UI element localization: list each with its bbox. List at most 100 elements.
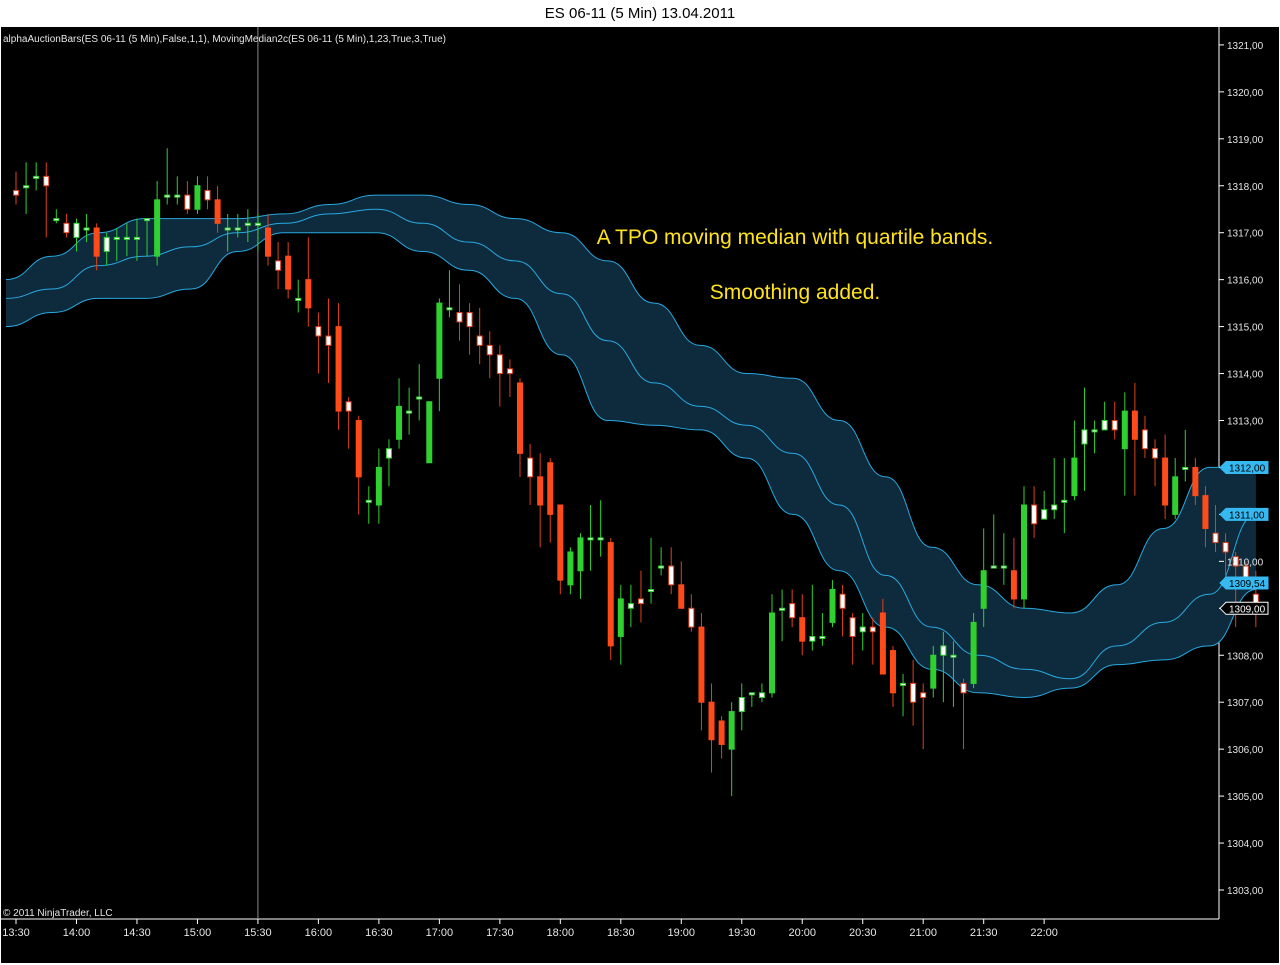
candle-body (678, 584, 685, 609)
x-tick-label: 21:00 (909, 927, 937, 939)
candle-body (748, 692, 755, 696)
y-tick-label: 1307,00 (1227, 698, 1264, 709)
candle-body (285, 255, 292, 290)
candle-body (73, 222, 80, 238)
candle-body (517, 382, 523, 454)
candle-body (799, 617, 806, 642)
candle-body (718, 720, 725, 745)
candle-body (1071, 457, 1078, 497)
candle-body (254, 222, 261, 226)
candle-body (920, 692, 927, 699)
candle-body (537, 476, 544, 506)
candle-body (597, 537, 604, 541)
y-tick-label: 1303,00 (1227, 886, 1264, 897)
candle-body (486, 344, 493, 356)
candle-body (849, 617, 856, 637)
x-tick-label: 16:30 (365, 927, 393, 939)
candle-body (184, 194, 191, 210)
x-tick-label: 19:30 (728, 927, 756, 939)
x-tick-label: 19:00 (668, 927, 696, 939)
chart-area[interactable]: 1303,00 1304,00 1305,00 1306,00 1307,00 1308,… (0, 26, 1280, 965)
candle-body (980, 570, 987, 609)
candle-body (789, 603, 796, 619)
x-axis-panel[interactable] (1, 919, 1279, 963)
candle-body (396, 405, 403, 440)
candle-body (1000, 565, 1007, 569)
y-tick-label: 1313,00 (1227, 417, 1264, 428)
candle-body (1172, 476, 1179, 515)
candle-body (123, 236, 130, 240)
x-tick-label: 20:30 (849, 927, 877, 939)
candle-body (940, 645, 947, 656)
candle-body (728, 711, 735, 750)
candle-body (83, 227, 90, 231)
candle-body (406, 410, 413, 414)
candle-body (305, 279, 312, 309)
candle-body (829, 589, 836, 623)
candle-body (416, 396, 423, 400)
x-tick-label: 13:30 (2, 927, 30, 939)
candle-body (1111, 420, 1118, 431)
candle-body (506, 368, 513, 375)
y-tick-label: 1316,00 (1227, 276, 1264, 287)
candle-body (1031, 504, 1038, 525)
candle-body (144, 218, 151, 222)
y-tick-label: 1318,00 (1227, 182, 1264, 193)
candle-body (13, 189, 19, 196)
candle-body (1212, 532, 1219, 544)
candle-body (1091, 429, 1098, 433)
candle-body (648, 589, 655, 593)
y-tick-label: 1315,00 (1227, 323, 1264, 334)
candle-body (265, 227, 271, 257)
x-tick-label: 16:00 (305, 927, 333, 939)
price-marker-label: 1309,54 (1229, 579, 1266, 590)
candle-body (627, 603, 634, 609)
candle-body (1192, 466, 1199, 497)
candle-body (1202, 495, 1209, 529)
candle-body (1051, 504, 1058, 511)
candle-body (496, 354, 503, 375)
x-tick-label: 20:00 (788, 927, 816, 939)
candle-body (738, 697, 745, 713)
candle-body (1081, 429, 1088, 445)
candle-body (365, 499, 372, 503)
annotation-line-1: A TPO moving median with quartile bands. (597, 226, 994, 249)
copyright-notice: © 2011 NinjaTrader, LLC (3, 908, 113, 919)
x-tick-label: 22:00 (1030, 927, 1058, 939)
y-tick-label: 1321,00 (1227, 41, 1264, 52)
candle-body (577, 537, 584, 572)
candle-body (698, 626, 705, 703)
plot-background[interactable] (1, 27, 1219, 919)
candle-body (325, 335, 332, 346)
candle-body (1152, 448, 1159, 459)
candle-body (779, 607, 786, 611)
candle-body (113, 236, 120, 240)
candle-body (1041, 509, 1048, 520)
candle-body (557, 504, 564, 581)
candle-body (345, 401, 352, 412)
candle-body (637, 598, 644, 605)
candle-body (456, 312, 463, 323)
candle-body (133, 236, 140, 240)
candle-body (910, 682, 917, 703)
candle-body (889, 650, 896, 694)
candle-body (194, 185, 201, 210)
candle-body (476, 335, 483, 346)
candle-body (426, 401, 433, 464)
x-tick-label: 18:00 (547, 927, 575, 939)
x-tick-label: 14:30 (123, 927, 151, 939)
candle-body (688, 607, 695, 628)
candle-body (950, 654, 957, 658)
candle-body (224, 227, 231, 231)
candle-body (93, 227, 100, 257)
candle-body (174, 194, 181, 198)
candle-body (446, 307, 453, 311)
candle-body (809, 635, 816, 642)
y-tick-label: 1319,00 (1227, 135, 1264, 146)
candle-body (970, 621, 977, 684)
x-tick-label: 17:00 (426, 927, 454, 939)
candle-body (103, 236, 110, 252)
candle-body (164, 194, 171, 198)
y-tick-label: 1317,00 (1227, 229, 1264, 240)
y-tick-label: 1304,00 (1227, 839, 1264, 850)
